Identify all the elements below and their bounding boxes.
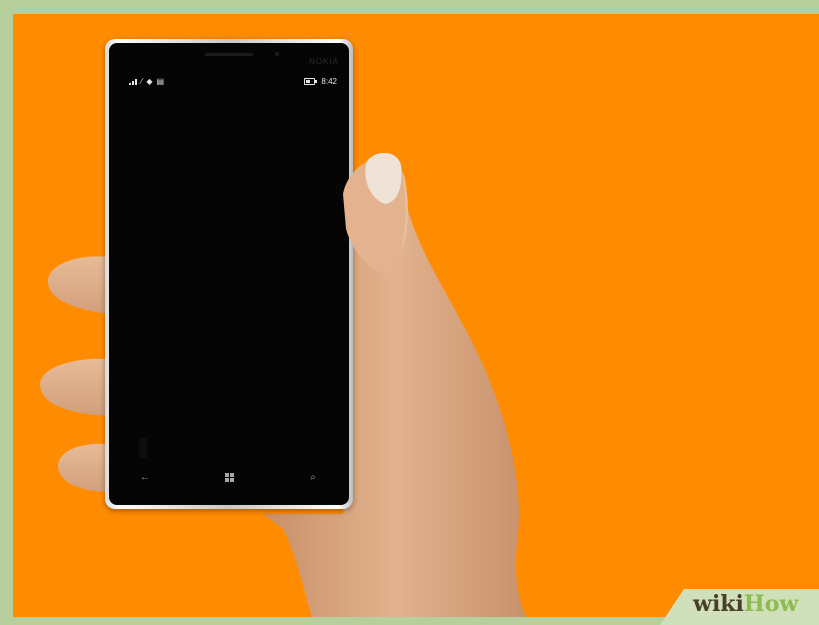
watermark-text: wikiHow: [693, 591, 798, 617]
wikihow-watermark: wikiHow: [650, 575, 819, 625]
watermark-how: How: [743, 591, 799, 617]
thumb-overlay: [343, 152, 406, 275]
watermark-wiki: wiki: [693, 591, 744, 617]
photo-scene: NOKIA ⁄ ◆ ▤ 8:42 ← ⌕: [13, 14, 819, 620]
